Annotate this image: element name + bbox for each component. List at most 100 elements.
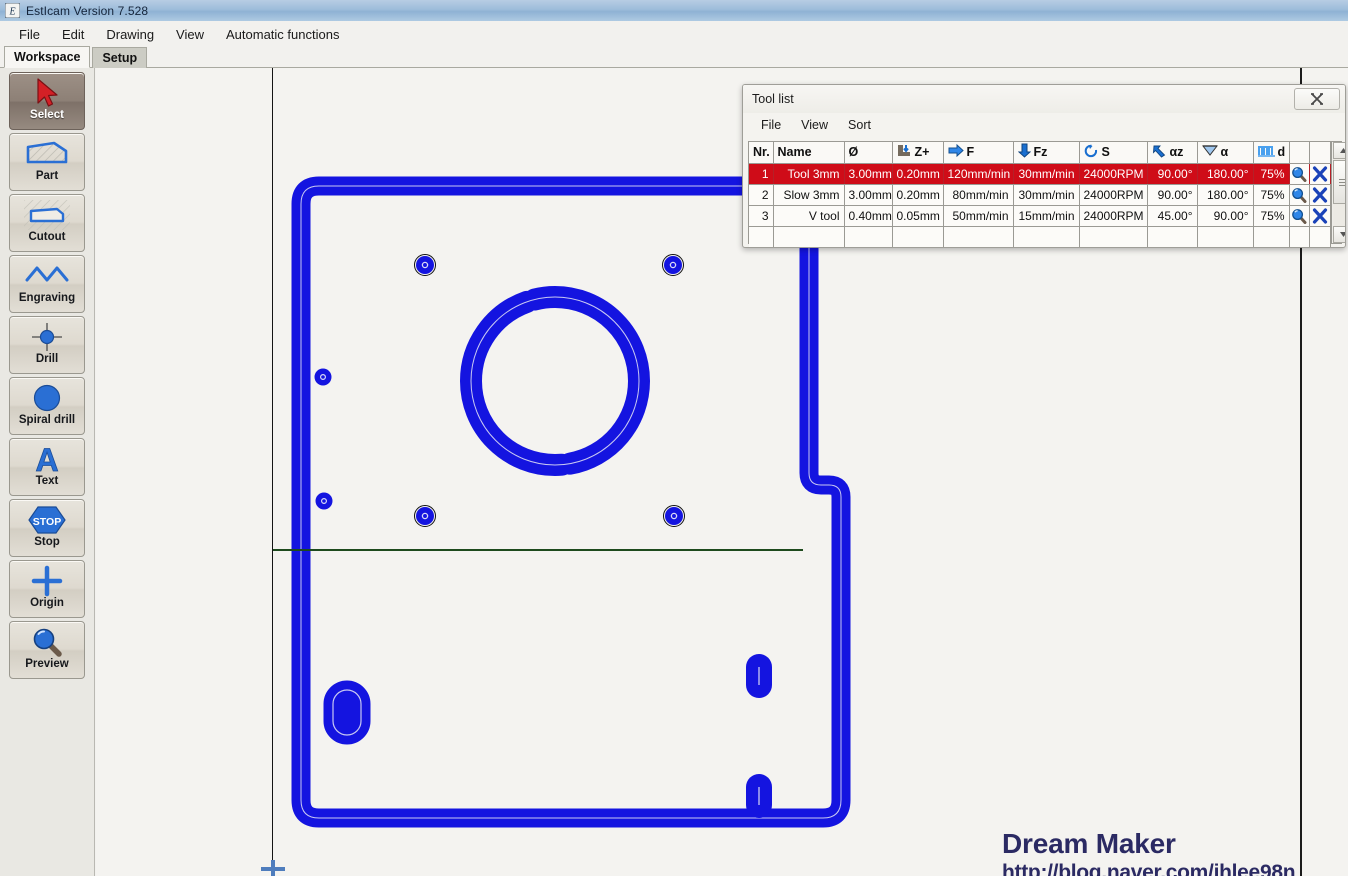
table-row-empty[interactable] — [749, 226, 1330, 248]
cell-nr: 3 — [749, 205, 773, 226]
cell-empty — [892, 226, 943, 248]
sidebar-item-drill[interactable]: Drill — [9, 316, 85, 374]
column-header-diameter[interactable]: Ø — [844, 142, 892, 163]
magnifier-icon — [24, 625, 70, 659]
stop-sign-icon: STOP — [24, 503, 70, 537]
column-header-feed[interactable]: F — [943, 142, 1013, 163]
sidebar-item-part[interactable]: Part — [9, 133, 85, 191]
center-bore-toolpath — [471, 297, 639, 465]
row-action-inspect[interactable] — [1289, 205, 1309, 226]
cursor-arrow-icon — [24, 76, 70, 110]
cell-empty — [1197, 226, 1253, 248]
tool-list-grid-wrapper: Nr. Name Ø — [748, 141, 1342, 244]
tool-list-window[interactable]: Tool list File View Sort — [742, 84, 1346, 248]
main-menu-bar: File Edit Drawing View Automatic functio… — [0, 21, 1348, 47]
scroll-down-button[interactable] — [1333, 226, 1347, 243]
tool-list-menu-view[interactable]: View — [791, 116, 838, 134]
vee-angle-icon — [1202, 144, 1218, 160]
magnifier-icon[interactable] — [1290, 208, 1309, 224]
blue-x-icon[interactable] — [1310, 166, 1330, 182]
cell-empty — [1079, 226, 1147, 248]
sidebar-item-text[interactable]: A Text — [9, 438, 85, 496]
cell-az: 45.00° — [1147, 205, 1197, 226]
sidebar-item-select[interactable]: Select — [9, 72, 85, 130]
tab-setup[interactable]: Setup — [92, 47, 147, 68]
tab-workspace[interactable]: Workspace — [4, 46, 90, 68]
cell-zplus: 0.05mm — [892, 205, 943, 226]
cell-empty — [1253, 226, 1289, 248]
menu-item-edit[interactable]: Edit — [51, 24, 95, 45]
menu-item-automatic-functions[interactable]: Automatic functions — [215, 24, 350, 45]
tool-table-header-row: Nr. Name Ø — [749, 142, 1330, 163]
sidebar-item-text-label: Text — [36, 475, 59, 487]
cell-name: V tool — [773, 205, 844, 226]
row-action-delete[interactable] — [1309, 184, 1330, 205]
sidebar-item-spiral-drill[interactable]: Spiral drill — [9, 377, 85, 435]
column-header-plunge-angle[interactable]: αz — [1147, 142, 1197, 163]
column-header-feed-z[interactable]: Fz — [1013, 142, 1079, 163]
sidebar-item-stop[interactable]: STOP Stop — [9, 499, 85, 557]
arrow-down-icon — [1018, 143, 1031, 161]
sidebar-item-preview[interactable]: Preview — [9, 621, 85, 679]
stop-badge-text: STOP — [33, 516, 61, 528]
scroll-up-button[interactable] — [1333, 142, 1347, 159]
step-down-icon — [897, 144, 912, 161]
tab-strip: Workspace Setup — [0, 47, 1348, 68]
reference-line-green — [273, 549, 803, 551]
sidebar-item-engraving[interactable]: Engraving — [9, 255, 85, 313]
column-header-blank-1 — [1289, 142, 1309, 163]
drill-hole — [315, 369, 332, 386]
cell-a: 180.00° — [1197, 184, 1253, 205]
blue-x-icon[interactable] — [1310, 187, 1330, 203]
cell-empty — [749, 226, 773, 248]
rotation-icon — [1084, 144, 1099, 161]
table-row[interactable]: 3 V tool 0.40mm 0.05mm 50mm/min 15mm/min… — [749, 205, 1330, 226]
window-title-text: EstIcam Version 7.528 — [26, 4, 148, 18]
tool-list-scrollbar[interactable] — [1331, 142, 1342, 243]
blue-x-icon[interactable] — [1310, 208, 1330, 224]
cell-empty — [1289, 226, 1309, 248]
menu-item-drawing[interactable]: Drawing — [95, 24, 165, 45]
window-title-bar: E EstIcam Version 7.528 — [0, 0, 1348, 22]
table-row[interactable]: 2 Slow 3mm 3.00mm 0.20mm 80mm/min 30mm/m… — [749, 184, 1330, 205]
slot-right-lower — [746, 774, 772, 818]
menu-item-file[interactable]: File — [8, 24, 51, 45]
sidebar-item-origin[interactable]: Origin — [9, 560, 85, 618]
row-action-delete[interactable] — [1309, 205, 1330, 226]
column-header-name[interactable]: Name — [773, 142, 844, 163]
tool-list-menu-sort[interactable]: Sort — [838, 116, 881, 134]
svg-text:A: A — [35, 442, 58, 476]
drill-hole — [415, 506, 436, 527]
close-icon[interactable] — [1294, 88, 1340, 110]
column-header-nr[interactable]: Nr. — [749, 142, 773, 163]
magnifier-icon[interactable] — [1290, 166, 1309, 182]
row-action-delete[interactable] — [1309, 163, 1330, 184]
cell-az: 90.00° — [1147, 184, 1197, 205]
slot-toolpaths — [324, 654, 772, 818]
tool-list-menu-file[interactable]: File — [751, 116, 791, 134]
cell-a: 180.00° — [1197, 163, 1253, 184]
arrow-diag-down-icon — [1152, 144, 1167, 161]
crosshair-drill-icon — [24, 320, 70, 354]
cell-nr: 1 — [749, 163, 773, 184]
row-action-inspect[interactable] — [1289, 163, 1309, 184]
sidebar-item-cutout[interactable]: Cutout — [9, 194, 85, 252]
scrollbar-thumb[interactable] — [1333, 160, 1347, 204]
sidebar-item-spiral-drill-label: Spiral drill — [19, 414, 75, 426]
tool-sidebar: Select Part — [0, 68, 95, 876]
cell-d: 75% — [1253, 184, 1289, 205]
menu-item-view[interactable]: View — [165, 24, 215, 45]
table-row[interactable]: 1 Tool 3mm 3.00mm 0.20mm 120mm/min 30mm/… — [749, 163, 1330, 184]
sidebar-item-origin-label: Origin — [30, 597, 64, 609]
column-header-zplus[interactable]: Z+ — [892, 142, 943, 163]
cell-empty — [1147, 226, 1197, 248]
sidebar-item-engraving-label: Engraving — [19, 292, 75, 304]
cell-f: 80mm/min — [943, 184, 1013, 205]
sidebar-item-stop-label: Stop — [34, 536, 60, 548]
magnifier-icon[interactable] — [1290, 187, 1309, 203]
column-header-tip-angle[interactable]: α — [1197, 142, 1253, 163]
column-header-spindle-speed[interactable]: S — [1079, 142, 1147, 163]
column-header-stepover[interactable]: d — [1253, 142, 1289, 163]
row-action-inspect[interactable] — [1289, 184, 1309, 205]
scrollbar-grip — [1339, 179, 1347, 186]
